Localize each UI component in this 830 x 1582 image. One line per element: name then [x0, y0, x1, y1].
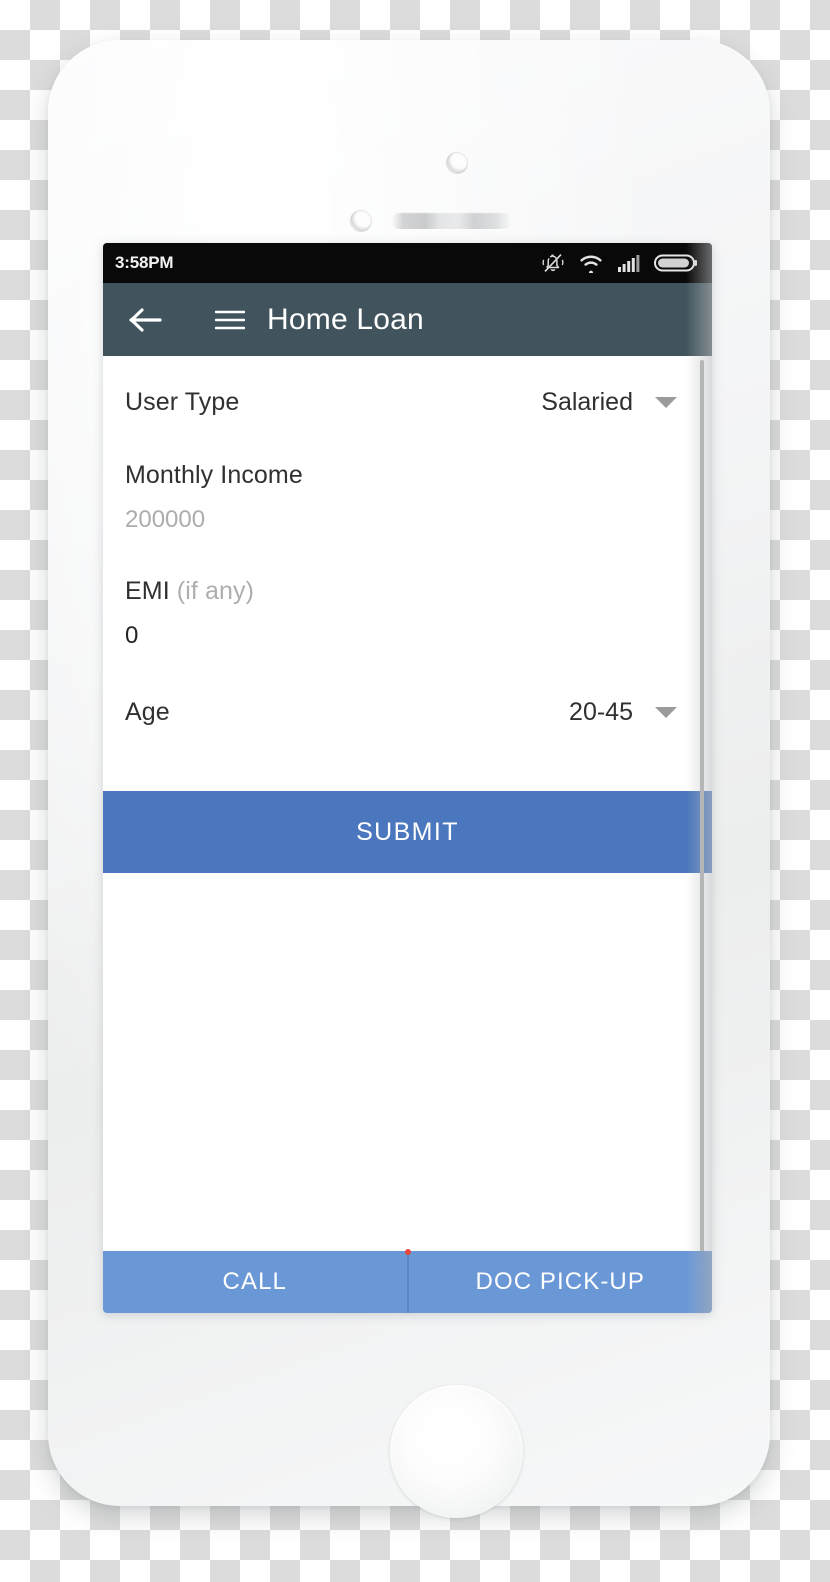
user-type-value: Salaried — [541, 388, 633, 416]
user-type-select[interactable]: Salaried — [541, 388, 690, 417]
status-icons — [541, 251, 698, 275]
bottom-action-bar: CALL DOC PICK-UP — [103, 1249, 713, 1313]
field-emi[interactable]: EMI (if any) 0 — [125, 534, 690, 650]
results-empty-area — [103, 873, 712, 1218]
page-title: Home Loan — [267, 302, 424, 336]
status-time: 3:58PM — [115, 253, 174, 272]
field-user-type[interactable]: User Type Salaried — [125, 356, 690, 417]
battery-icon — [654, 252, 698, 274]
proximity-sensor-icon — [350, 210, 372, 232]
canvas: 3:58PM Home Loan User Type Salaried Mont… — [0, 0, 830, 1582]
front-camera-icon — [446, 152, 468, 174]
monthly-income-input[interactable]: 200000 — [125, 506, 690, 534]
home-button[interactable] — [390, 1385, 523, 1518]
doc-pickup-button[interactable]: DOC PICK-UP — [409, 1251, 713, 1313]
phone-screen: 3:58PM Home Loan User Type Salaried Mont… — [103, 243, 712, 1313]
hamburger-menu-icon[interactable] — [214, 309, 246, 331]
loan-form: User Type Salaried Monthly Income 200000… — [103, 356, 712, 1313]
age-select[interactable]: 20-45 — [569, 698, 690, 727]
field-label-emi-text: EMI — [125, 577, 170, 605]
call-button[interactable]: CALL — [103, 1251, 407, 1313]
chevron-down-icon[interactable] — [655, 397, 677, 408]
app-bar: Home Loan — [103, 283, 712, 356]
wifi-icon — [578, 253, 604, 273]
age-value: 20-45 — [569, 698, 633, 726]
back-arrow-icon[interactable] — [127, 306, 165, 334]
signal-bars-icon — [617, 253, 641, 273]
field-label-user-type: User Type — [125, 388, 240, 416]
field-label-age: Age — [125, 698, 170, 726]
chevron-down-icon[interactable] — [655, 707, 677, 718]
emi-input[interactable]: 0 — [125, 622, 690, 650]
field-label-monthly-income: Monthly Income — [125, 461, 303, 489]
field-label-emi-suffix: (if any) — [176, 577, 255, 605]
field-monthly-income[interactable]: Monthly Income 200000 — [125, 417, 690, 534]
earpiece-speaker — [391, 212, 513, 229]
field-age[interactable]: Age 20-45 — [125, 650, 690, 727]
scrollbar[interactable] — [700, 360, 704, 1313]
submit-button[interactable]: SUBMIT — [103, 791, 712, 873]
status-bar: 3:58PM — [103, 243, 712, 283]
field-label-emi: EMI (if any) — [125, 577, 690, 606]
bell-off-icon — [541, 251, 565, 275]
